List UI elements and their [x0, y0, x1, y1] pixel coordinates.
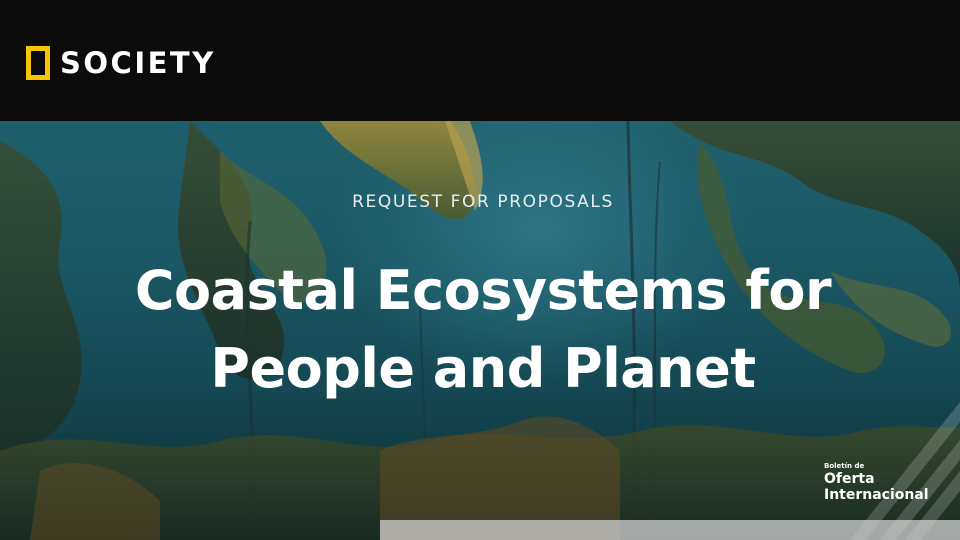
- bulletin-line-2: Internacional: [824, 487, 929, 503]
- brand-name: SOCIETY: [60, 46, 216, 80]
- title-line-2: People and Planet: [210, 337, 756, 400]
- bulletin-small-label: Boletín de: [824, 462, 865, 470]
- society-logo[interactable]: SOCIETY: [26, 45, 216, 81]
- bottom-strip: [380, 520, 960, 540]
- page-title: Coastal Ecosystems for People and Planet: [0, 252, 960, 408]
- brand-mark-icon: [26, 46, 50, 80]
- eyebrow-label: REQUEST FOR PROPOSALS: [352, 192, 614, 212]
- bulletin-line-1: Oferta: [824, 471, 875, 487]
- bulletin-logo: Boletín de Oferta Internacional: [824, 462, 929, 503]
- top-bar: SOCIETY: [0, 0, 960, 121]
- title-line-1: Coastal Ecosystems for: [134, 259, 832, 322]
